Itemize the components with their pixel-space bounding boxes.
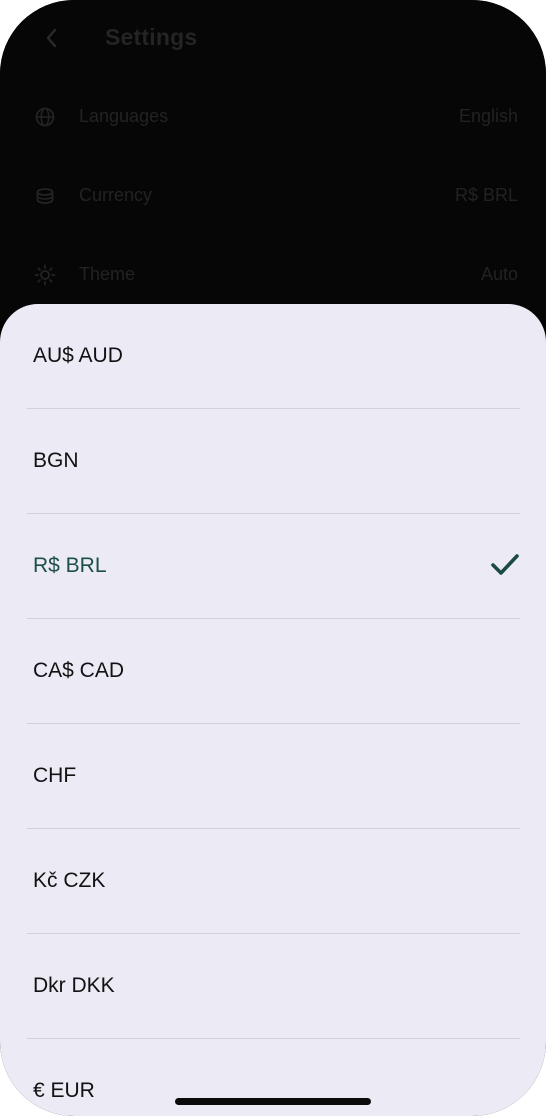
checkmark-icon: [490, 552, 520, 578]
currency-option-label: CA$ CAD: [33, 659, 125, 682]
phone-screen: Settings Languages English Currency R$ B…: [0, 0, 546, 1116]
currency-option-dkk[interactable]: Dkr DKK: [27, 934, 520, 1039]
sun-icon: [34, 264, 56, 286]
settings-row-currency[interactable]: Currency R$ BRL: [0, 176, 546, 216]
back-arrow-icon[interactable]: [40, 26, 64, 50]
currency-option-label: CHF: [33, 764, 77, 787]
page-title: Settings: [105, 24, 198, 50]
currency-option-aud[interactable]: AU$ AUD: [27, 304, 520, 409]
currency-value: R$ BRL: [454, 185, 518, 205]
currency-option-bgn[interactable]: BGN: [27, 409, 520, 514]
currency-label: Currency: [79, 185, 153, 205]
currency-option-brl[interactable]: R$ BRL: [27, 514, 520, 619]
languages-label: Languages: [79, 106, 169, 126]
currency-option-label: BGN: [33, 449, 79, 472]
currency-option-label: R$ BRL: [33, 554, 107, 577]
currency-option-label: Dkr DKK: [33, 974, 115, 997]
currency-option-label: Kč CZK: [33, 869, 106, 892]
currency-option-label: AU$ AUD: [33, 344, 123, 367]
languages-value: English: [458, 106, 518, 126]
currency-option-label: € EUR: [33, 1079, 95, 1102]
currency-option-cad[interactable]: CA$ CAD: [27, 619, 520, 724]
top-bar: Settings: [0, 18, 546, 60]
currency-option-chf[interactable]: CHF: [27, 724, 520, 829]
settings-row-theme[interactable]: Theme Auto: [0, 255, 546, 295]
currency-picker-sheet: AU$ AUD BGN R$ BRL CA$ CAD CHF Kč CZK Dk…: [0, 304, 546, 1116]
currency-option-czk[interactable]: Kč CZK: [27, 829, 520, 934]
globe-icon: [34, 106, 56, 128]
theme-value: Auto: [480, 264, 518, 284]
settings-row-languages[interactable]: Languages English: [0, 97, 546, 137]
coins-icon: [34, 185, 56, 207]
settings-screen: Settings Languages English Currency R$ B…: [0, 0, 546, 320]
theme-label: Theme: [79, 264, 136, 284]
home-indicator[interactable]: [175, 1098, 371, 1105]
